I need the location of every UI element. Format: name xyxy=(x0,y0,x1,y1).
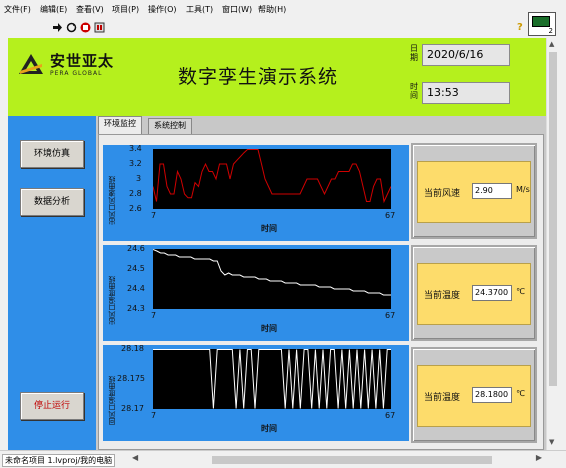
readout-unit: ℃ xyxy=(516,287,525,296)
return-temp-readout: 当前温度 28.1800 ℃ xyxy=(411,347,537,443)
scroll-thumb[interactable] xyxy=(212,456,492,464)
help-icon[interactable]: ? xyxy=(517,22,527,34)
date-label: 日期 xyxy=(410,44,418,62)
wind-speed-plot xyxy=(152,149,392,204)
env-sim-button[interactable]: 环境仿真 xyxy=(20,140,84,168)
scroll-right-icon[interactable]: ▶ xyxy=(536,453,542,462)
series-line xyxy=(153,349,391,409)
chart-xlabel: 时间 xyxy=(261,424,277,433)
project-path: 未命名项目 1.lvproj/我的电脑 xyxy=(2,454,116,467)
ytick: 3 xyxy=(136,174,142,183)
wind-speed-chart: 出风口风速曲线 3.4 3.2 3 2.8 2.6 7 67 时间 xyxy=(103,144,409,241)
xtick-max: 67 xyxy=(385,411,396,420)
readout-value: 24.3700 xyxy=(472,285,512,301)
menu-view[interactable]: 查看(V) xyxy=(76,4,104,15)
ytick: 24.5 xyxy=(127,264,145,273)
run-arrow-icon[interactable] xyxy=(52,22,63,33)
readout-label: 当前风速 xyxy=(424,189,461,199)
main-area: 环境监控 系统控制 出风口风速曲线 3.4 3.2 3 2.8 2.6 7 67… xyxy=(96,116,546,450)
scroll-down-icon[interactable]: ▼ xyxy=(549,438,554,446)
ytick: 24.3 xyxy=(127,304,145,313)
ytick: 28.175 xyxy=(117,374,145,383)
chart-ylabel: 出风口温度曲线 xyxy=(108,276,116,325)
ytick: 3.2 xyxy=(129,159,142,168)
chart-ylabel: 出风口风速曲线 xyxy=(108,176,116,225)
ytick: 24.6 xyxy=(127,244,145,253)
plot-area xyxy=(153,349,391,409)
ytick: 28.18 xyxy=(121,344,144,353)
xtick-min: 7 xyxy=(151,211,157,220)
toolbar xyxy=(0,18,566,38)
ytick: 2.8 xyxy=(129,189,142,198)
data-analysis-button[interactable]: 数据分析 xyxy=(20,188,84,216)
readout-label: 当前温度 xyxy=(424,393,461,403)
plot-area xyxy=(152,149,392,209)
ytick: 24.4 xyxy=(127,284,145,293)
menu-help[interactable]: 帮助(H) xyxy=(258,4,286,15)
scroll-thumb[interactable] xyxy=(549,52,557,386)
outlet-temp-plot xyxy=(152,249,391,296)
ytick: 2.6 xyxy=(129,204,142,213)
ytick: 28.17 xyxy=(121,404,144,413)
outlet-temp-chart: 出风口温度曲线 24.6 24.5 24.4 24.3 7 67 时间 xyxy=(103,244,409,341)
tab-env-monitor[interactable]: 环境监控 xyxy=(98,116,142,135)
chart-ylabel: 回风口温度曲线 xyxy=(108,376,116,425)
menu-operate[interactable]: 操作(O) xyxy=(148,4,177,15)
chart-xlabel: 时间 xyxy=(261,224,277,233)
readout-value: 2.90 xyxy=(472,183,512,199)
status-bar: 未命名项目 1.lvproj/我的电脑 ◀ ▶ xyxy=(0,450,566,468)
stop-button[interactable]: 停止运行 xyxy=(20,392,84,420)
tab-panel: 出风口风速曲线 3.4 3.2 3 2.8 2.6 7 67 时间 出风口温度曲… xyxy=(98,134,544,450)
outlet-temp-readout: 当前温度 24.3700 ℃ xyxy=(411,245,537,341)
readout-value: 28.1800 xyxy=(472,387,512,403)
xtick-min: 7 xyxy=(151,311,157,320)
menu-edit[interactable]: 编辑(E) xyxy=(40,4,67,15)
pause-icon[interactable] xyxy=(94,22,105,33)
time-label: 时间 xyxy=(410,82,418,100)
scroll-up-icon[interactable]: ▲ xyxy=(549,40,554,48)
xtick-min: 7 xyxy=(151,411,157,420)
logo-text: 安世亚太 xyxy=(50,52,115,70)
series-line xyxy=(152,249,391,296)
time-field: 13:53 xyxy=(422,82,510,104)
return-temp-plot xyxy=(153,349,391,409)
abort-icon[interactable] xyxy=(80,22,91,33)
scroll-left-icon[interactable]: ◀ xyxy=(132,453,138,462)
date-field: 2020/6/16 xyxy=(422,44,510,66)
plot-area xyxy=(152,249,391,309)
ytick: 3.4 xyxy=(129,144,142,153)
left-nav-panel: 环境仿真 数据分析 停止运行 xyxy=(8,116,96,450)
horizontal-scrollbar[interactable]: ◀ ▶ xyxy=(132,453,542,465)
vi-icon: 2 xyxy=(528,12,556,36)
run-continuous-icon[interactable] xyxy=(66,22,77,33)
xtick-max: 67 xyxy=(385,311,396,320)
page-title: 数字孪生演示系统 xyxy=(178,66,339,88)
tab-system-control[interactable]: 系统控制 xyxy=(148,118,192,134)
company-logo-icon xyxy=(19,54,43,74)
readout-label: 当前温度 xyxy=(424,291,461,301)
menu-bar: 文件(F) 编辑(E) 查看(V) 项目(P) 操作(O) 工具(T) 窗口(W… xyxy=(0,0,566,18)
header-banner: 安世亚太 PERA GLOBAL 数字孪生演示系统 日期 2020/6/16 时… xyxy=(8,38,546,116)
vertical-scrollbar[interactable]: ▲ ▼ xyxy=(546,38,558,450)
series-line xyxy=(152,149,392,204)
readout-unit: ℃ xyxy=(516,389,525,398)
readout-unit: M/s xyxy=(516,185,530,194)
logo-subtext: PERA GLOBAL xyxy=(50,70,103,77)
xtick-max: 67 xyxy=(385,211,396,220)
wind-speed-readout: 当前风速 2.90 M/s xyxy=(411,143,537,239)
labview-window: 文件(F) 编辑(E) 查看(V) 项目(P) 操作(O) 工具(T) 窗口(W… xyxy=(0,0,566,468)
menu-file[interactable]: 文件(F) xyxy=(4,4,31,15)
menu-project[interactable]: 项目(P) xyxy=(112,4,139,15)
menu-window[interactable]: 窗口(W) xyxy=(222,4,252,15)
menu-tools[interactable]: 工具(T) xyxy=(186,4,213,15)
chart-xlabel: 时间 xyxy=(261,324,277,333)
return-temp-chart: 回风口温度曲线 28.18 28.175 28.17 7 67 时间 xyxy=(103,344,409,441)
